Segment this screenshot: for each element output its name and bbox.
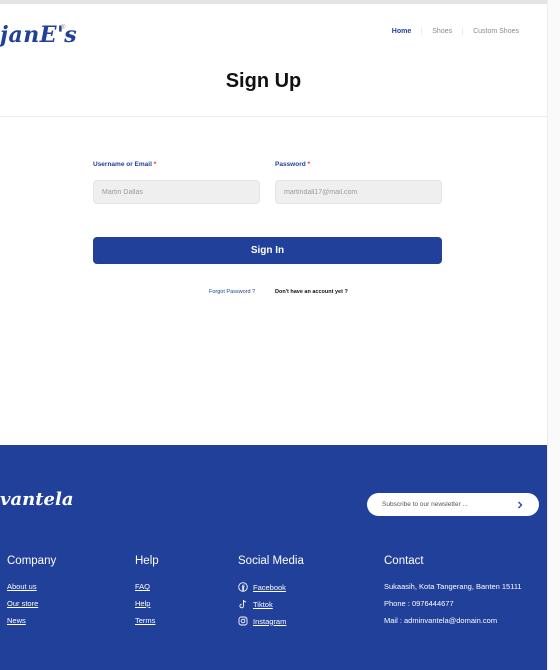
facebook-icon <box>238 582 248 592</box>
social-link-facebook[interactable]: Facebook <box>253 583 286 592</box>
page-title: Sign Up <box>225 70 302 92</box>
social-instagram: Instagram <box>238 616 304 626</box>
footer-social: Social Media Facebook Tiktok Instagram <box>238 555 304 633</box>
footer-contact: Contact Sukaasih, Kota Tangerang, Banten… <box>384 555 522 633</box>
footer-link-news[interactable]: News <box>7 616 56 625</box>
newsletter-input[interactable] <box>382 498 510 511</box>
contact-phone: Phone : 0976444677 <box>384 599 454 608</box>
header-divider <box>0 116 547 117</box>
brand-logo[interactable]: janE's <box>0 22 77 48</box>
sign-in-button[interactable]: Sign In <box>93 237 442 264</box>
footer-help: Help FAQ Help Terms <box>135 555 159 633</box>
forgot-password-link[interactable]: Forgot Password ? <box>209 289 255 295</box>
footer-link-store[interactable]: Our store <box>7 599 56 608</box>
social-facebook: Facebook <box>238 582 304 592</box>
main-nav: Home Shoes Custom Shoes <box>382 28 529 35</box>
nav-shoes[interactable]: Shoes <box>421 28 462 35</box>
social-tiktok: Tiktok <box>238 599 304 609</box>
company-heading: Company <box>7 555 57 567</box>
required-mark: * <box>307 161 311 168</box>
social-link-instagram[interactable]: Instagram <box>253 617 286 626</box>
help-heading: Help <box>135 555 159 567</box>
newsletter-submit-button[interactable] <box>512 497 527 512</box>
footer-logo: vantela <box>0 489 74 510</box>
username-input[interactable] <box>93 180 260 204</box>
page: janE's ® Home Shoes Custom Shoes Sign Up… <box>0 4 547 670</box>
no-account-link[interactable]: Don't have an account yet ? <box>275 289 348 295</box>
scrollbar-track[interactable] <box>547 0 560 670</box>
required-mark: * <box>153 161 157 168</box>
footer-link-terms[interactable]: Terms <box>135 616 159 625</box>
contact-heading: Contact <box>384 555 424 567</box>
contact-mail: Mail : adminvantela@domain.com <box>384 616 498 625</box>
chevron-right-icon <box>517 501 522 508</box>
username-label: Username or Email * <box>93 161 156 168</box>
instagram-icon <box>238 616 248 626</box>
password-label: Password * <box>275 161 310 168</box>
contact-address: Sukaasih, Kota Tangerang, Banten 15111 <box>384 582 522 591</box>
social-heading: Social Media <box>238 555 304 567</box>
footer-link-faq[interactable]: FAQ <box>135 582 159 591</box>
footer-company: Company About us Our store News <box>7 555 56 633</box>
footer: vantela Company About us Our store News … <box>0 445 547 670</box>
footer-link-about[interactable]: About us <box>7 582 56 591</box>
registered-mark: ® <box>61 25 66 31</box>
password-input[interactable] <box>275 180 442 204</box>
password-label-text: Password <box>275 161 306 168</box>
social-link-tiktok[interactable]: Tiktok <box>253 600 273 609</box>
nav-custom-shoes[interactable]: Custom Shoes <box>462 28 529 35</box>
username-label-text: Username or Email <box>93 161 152 168</box>
tiktok-icon <box>238 599 248 609</box>
footer-link-help[interactable]: Help <box>135 599 159 608</box>
nav-home[interactable]: Home <box>382 28 421 35</box>
newsletter-box <box>367 493 539 516</box>
